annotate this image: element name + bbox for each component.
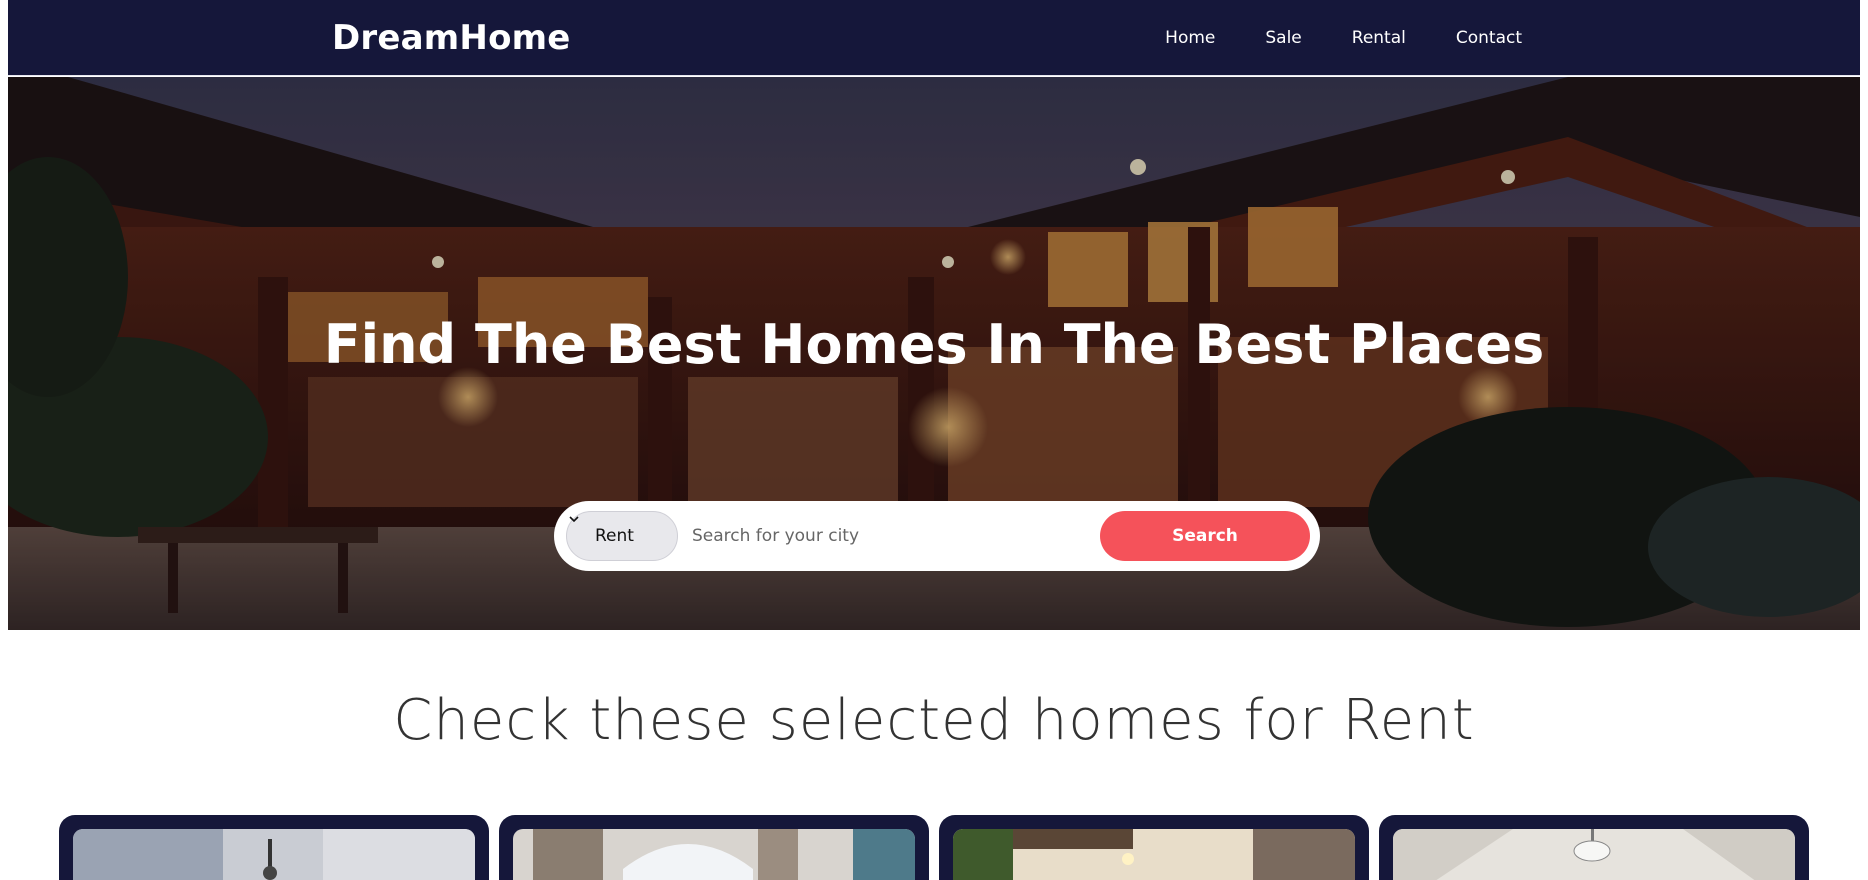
- property-cards: [59, 815, 1809, 880]
- arched-window-room-photo: [513, 829, 915, 880]
- page: DreamHome Home Sale Rental Contact Find …: [0, 0, 1868, 880]
- property-card-image: [73, 829, 475, 880]
- nav-link-sale[interactable]: Sale: [1265, 28, 1301, 48]
- chevron-down-icon: [569, 516, 579, 523]
- hero-banner: Find The Best Homes In The Best Places R…: [8, 77, 1860, 630]
- nav-links: Home Sale Rental Contact: [1115, 28, 1522, 48]
- property-card-image: [513, 829, 915, 880]
- nav-link-contact[interactable]: Contact: [1456, 28, 1522, 48]
- property-card-image: [1393, 829, 1795, 880]
- search-button[interactable]: Search: [1100, 511, 1310, 561]
- listing-type-value: Rent: [595, 526, 634, 546]
- kitchen-plants-photo: [953, 829, 1355, 880]
- city-search-input[interactable]: [688, 511, 1096, 561]
- section-heading: Check these selected homes for Rent: [393, 688, 1475, 753]
- search-bar: Rent Search: [554, 501, 1320, 571]
- brand-logo[interactable]: DreamHome: [332, 18, 571, 58]
- living-room-photo: [73, 829, 475, 880]
- property-card[interactable]: [939, 815, 1369, 880]
- property-card[interactable]: [1379, 815, 1809, 880]
- navbar: DreamHome Home Sale Rental Contact: [8, 0, 1860, 76]
- empty-room-light-fixture-photo: [1393, 829, 1795, 880]
- property-card-image: [953, 829, 1355, 880]
- property-card[interactable]: [59, 815, 489, 880]
- nav-link-home[interactable]: Home: [1165, 28, 1215, 48]
- listing-type-select[interactable]: Rent: [566, 511, 678, 561]
- nav-link-rental[interactable]: Rental: [1352, 28, 1406, 48]
- property-card[interactable]: [499, 815, 929, 880]
- hero-title: Find The Best Homes In The Best Places: [323, 313, 1545, 376]
